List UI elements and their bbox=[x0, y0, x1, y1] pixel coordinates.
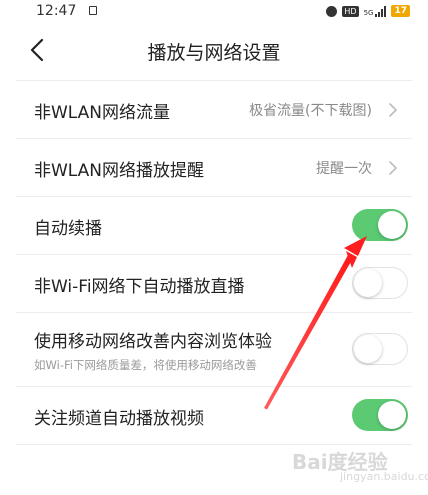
setting-row-non-wlan-traffic[interactable]: 非WLAN网络流量 极省流量(不下载图) bbox=[16, 80, 412, 138]
mobile-network-assist-toggle[interactable] bbox=[352, 333, 408, 365]
screen: 12:47 HD 5G 17 播放与网络设置 非WLAN网络流量 极省流量(不下… bbox=[0, 0, 428, 495]
watermark-url: jingyan.baidu.com bbox=[340, 470, 428, 483]
setting-label: 使用移动网络改善内容浏览体验 bbox=[34, 332, 272, 352]
setting-row-mobile-network-assist: 使用移动网络改善内容浏览体验 如Wi-Fi下网络质量差，将使用移动网络改善 bbox=[16, 312, 412, 386]
status-bar: 12:47 HD 5G 17 bbox=[0, 0, 428, 22]
signal-bar bbox=[384, 5, 387, 17]
setting-row-non-wifi-live-autoplay: 非Wi-Fi网络下自动播放直播 bbox=[16, 254, 412, 312]
list-divider bbox=[16, 444, 412, 445]
toggle-knob bbox=[378, 401, 406, 429]
status-time: 12:47 bbox=[36, 3, 77, 19]
hd-badge: HD bbox=[342, 5, 359, 17]
autoplay-next-toggle[interactable] bbox=[352, 209, 408, 241]
alarm-icon bbox=[326, 5, 338, 17]
chevron-right-icon bbox=[389, 103, 397, 117]
followed-channel-autoplay-toggle[interactable] bbox=[352, 399, 408, 431]
setting-label: 自动续播 bbox=[34, 219, 102, 239]
setting-label: 非WLAN网络播放提醒 bbox=[34, 161, 205, 181]
non-wifi-live-autoplay-toggle[interactable] bbox=[352, 267, 408, 299]
signal-bar bbox=[375, 13, 378, 17]
toggle-knob bbox=[354, 334, 382, 363]
setting-label: 关注频道自动播放视频 bbox=[34, 409, 204, 429]
setting-value: 极省流量(不下载图) bbox=[249, 103, 372, 119]
setting-row-autoplay-next: 自动续播 bbox=[16, 196, 412, 254]
settings-list: 非WLAN网络流量 极省流量(不下载图) 非WLAN网络播放提醒 提醒一次 自动… bbox=[0, 80, 428, 445]
battery-indicator: 17 bbox=[391, 5, 410, 17]
setting-value: 提醒一次 bbox=[316, 161, 372, 177]
setting-description: 如Wi-Fi下网络质量差，将使用移动网络改善 bbox=[34, 358, 257, 372]
signal-bar bbox=[381, 8, 384, 17]
chevron-right-icon bbox=[389, 161, 397, 175]
status-indicators: HD 5G 17 bbox=[326, 4, 410, 18]
setting-label: 非WLAN网络流量 bbox=[34, 103, 171, 123]
signal-bar bbox=[378, 11, 381, 17]
setting-row-followed-channel-autoplay: 关注频道自动播放视频 bbox=[16, 386, 412, 444]
toggle-knob bbox=[378, 211, 406, 239]
page-title: 播放与网络设置 bbox=[147, 42, 281, 64]
toggle-knob bbox=[354, 268, 382, 297]
lock-icon bbox=[89, 6, 97, 15]
network-type-label: 5G bbox=[363, 8, 374, 17]
signal-icon: 5G bbox=[363, 5, 387, 17]
setting-label: 非Wi-Fi网络下自动播放直播 bbox=[34, 277, 245, 297]
nav-bar: 播放与网络设置 bbox=[0, 28, 428, 72]
setting-row-non-wlan-play-reminder[interactable]: 非WLAN网络播放提醒 提醒一次 bbox=[16, 138, 412, 196]
